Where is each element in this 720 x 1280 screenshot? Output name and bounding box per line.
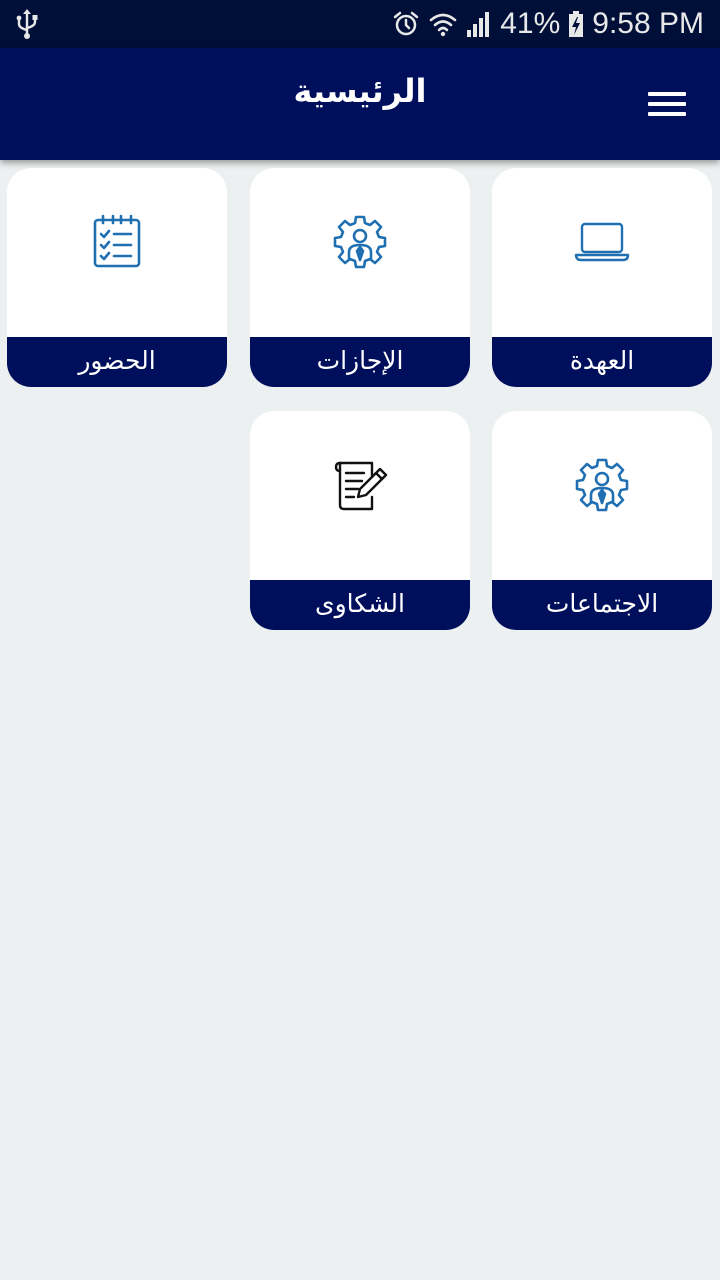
tile-label: الشكاوى <box>250 580 470 630</box>
battery-percent: 41% <box>500 7 561 40</box>
employee-gear-icon <box>575 458 629 512</box>
menu-line <box>648 102 686 106</box>
tile-complaints[interactable]: الشكاوى <box>250 411 470 630</box>
clock: 9:58 PM <box>592 7 704 40</box>
tile-leaves[interactable]: الإجازات <box>250 168 470 387</box>
hamburger-menu-icon[interactable] <box>648 92 686 122</box>
tile-label: العهدة <box>492 337 712 387</box>
tile-attendance[interactable]: الحضور <box>7 168 227 387</box>
tile-meetings[interactable]: الاجتماعات <box>492 411 712 630</box>
tile-label: الإجازات <box>250 337 470 387</box>
employee-gear-icon <box>333 215 387 269</box>
page-title: الرئيسية <box>293 72 427 110</box>
checklist-calendar-icon <box>93 214 141 268</box>
tile-custody[interactable]: العهدة <box>492 168 712 387</box>
menu-line <box>648 92 686 96</box>
usb-icon <box>16 9 38 39</box>
alarm-icon <box>393 11 419 36</box>
laptop-icon <box>574 222 630 262</box>
status-bar: 41% 9:58 PM <box>0 0 720 48</box>
app-bar: الرئيسية <box>0 48 720 160</box>
wifi-icon <box>429 13 457 37</box>
note-pencil-icon <box>334 461 388 511</box>
battery-icon <box>569 11 584 37</box>
menu-line <box>648 112 686 116</box>
tile-label: الحضور <box>7 337 227 387</box>
signal-icon <box>467 12 490 37</box>
tile-label: الاجتماعات <box>492 580 712 630</box>
